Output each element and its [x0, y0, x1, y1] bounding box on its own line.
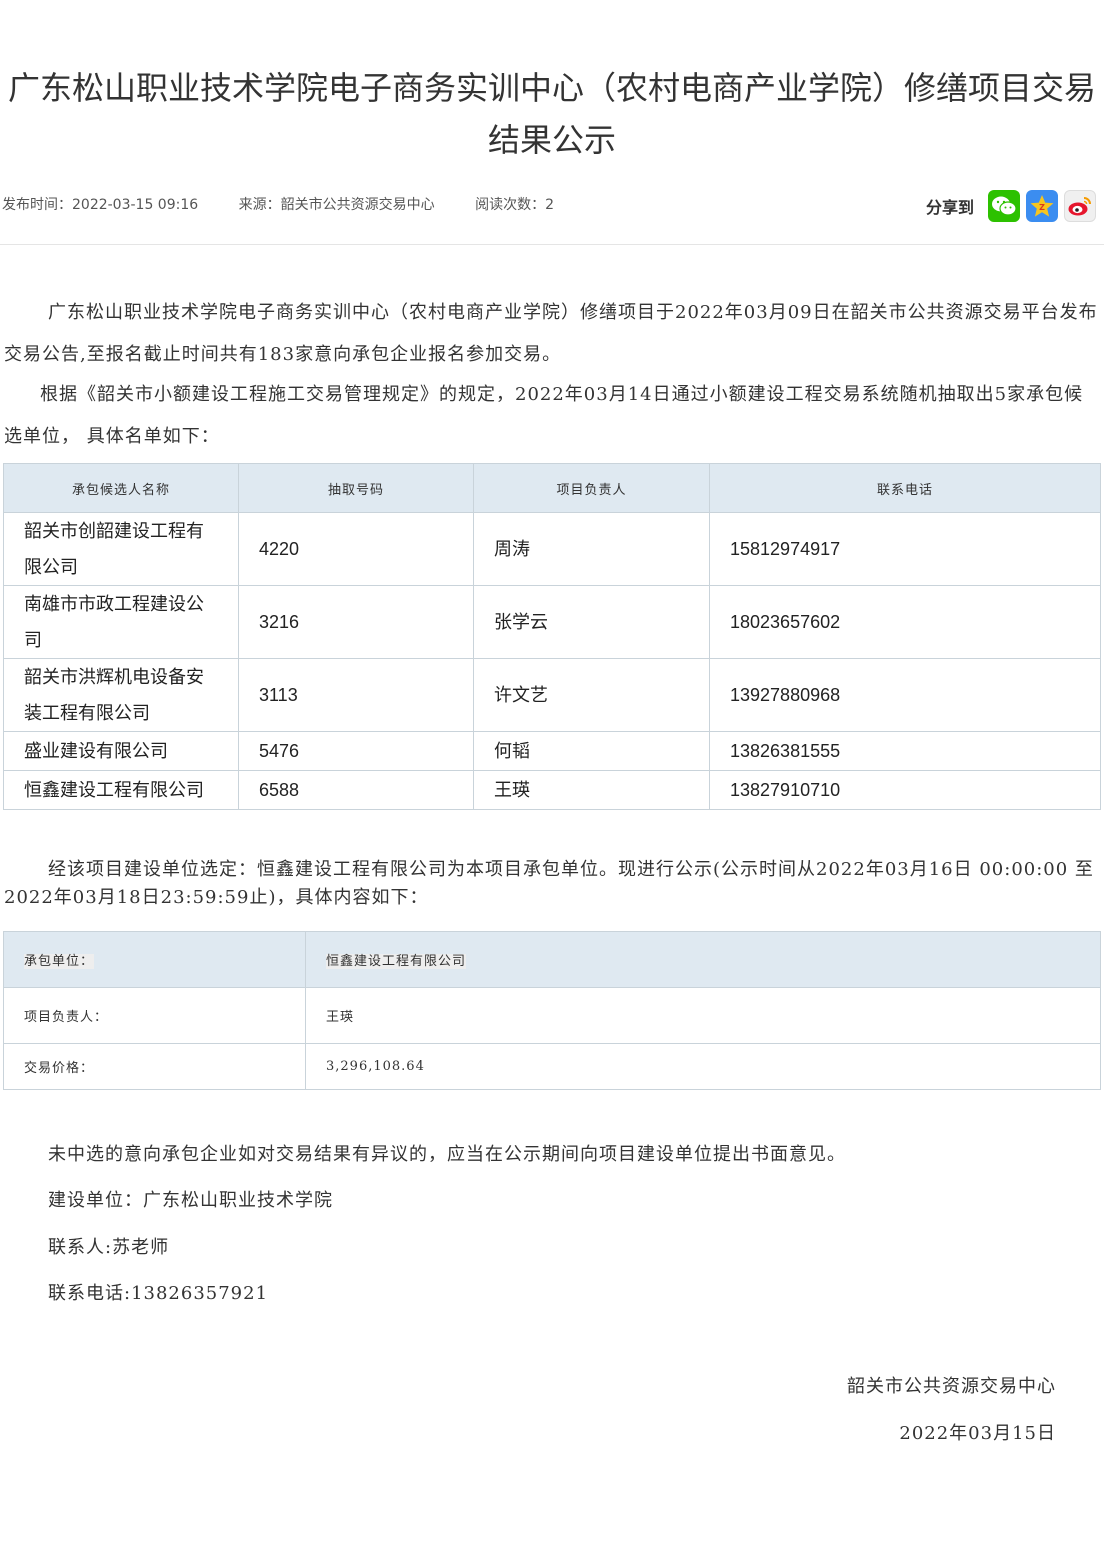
manager-cell: 许文艺 [473, 658, 710, 732]
read-count: 阅读次数：2 [475, 197, 554, 213]
source: 来源：韶关市公共资源交易中心 [238, 197, 435, 213]
signature-org: 韶关市公共资源交易中心 [847, 1376, 1056, 1397]
candidates-table: 承包候选人名称 抽取号码 项目负责人 联系电话 韶关市创韶建设工程有限公司 42… [3, 463, 1101, 810]
number-cell: 3113 [238, 658, 474, 732]
builder-line: 建设单位：广东松山职业技术学院 [48, 1190, 333, 1211]
table-row: 韶关市创韶建设工程有限公司 4220 周涛 15812974917 [3, 512, 1101, 586]
label-cell: 承包单位： [3, 931, 306, 988]
column-header: 承包候选人名称 [3, 463, 239, 513]
paragraph-publicity: 经该项目建设单位选定：恒鑫建设工程有限公司为本项目承包单位。现进行公示(公示时间… [4, 859, 1094, 908]
company-cell: 恒鑫建设工程有限公司 [3, 770, 239, 810]
paragraph-announcement: 广东松山职业技术学院电子商务实训中心（农村电商产业学院）修缮项目于2022年03… [4, 302, 1098, 365]
number-cell: 4220 [238, 512, 474, 586]
contractor-label: 承包单位： [24, 954, 95, 969]
phone-cell: 18023657602 [709, 585, 1101, 659]
number-cell: 3216 [238, 585, 474, 659]
weibo-share-button[interactable] [1064, 190, 1096, 222]
phone-cell: 13827910710 [709, 770, 1101, 810]
value-cell: 王瑛 [305, 987, 1101, 1044]
number-cell: 5476 [238, 731, 474, 771]
manager-cell: 周涛 [473, 512, 710, 586]
phone-cell: 15812974917 [709, 512, 1101, 586]
column-header: 项目负责人 [473, 463, 710, 513]
header-divider [0, 244, 1104, 245]
phone-cell: 13826381555 [709, 731, 1101, 771]
svg-text:Z: Z [1039, 203, 1045, 212]
label-cell: 项目负责人： [3, 987, 306, 1044]
qzone-share-button[interactable]: Z [1026, 190, 1058, 222]
wechat-share-button[interactable] [988, 190, 1020, 222]
table-row: 南雄市市政工程建设公司 3216 张学云 18023657602 [3, 585, 1101, 659]
company-cell: 韶关市洪辉机电设备安装工程有限公司 [3, 658, 239, 732]
publish-time: 发布时间：2022-03-15 09:16 [2, 197, 199, 213]
table-row: 恒鑫建设工程有限公司 6588 王瑛 13827910710 [3, 770, 1101, 810]
paragraph-selection: 根据《韶关市小额建设工程施工交易管理规定》的规定，2022年03月14日通过小额… [4, 384, 1084, 447]
label-cell: 交易价格： [3, 1043, 306, 1090]
column-header: 联系电话 [709, 463, 1101, 513]
table-row: 交易价格： 3,296,108.64 [3, 1043, 1101, 1090]
share-label: 分享到 [925, 198, 974, 217]
wechat-icon [992, 196, 1017, 216]
article-meta: 发布时间：2022-03-15 09:16 来源：韶关市公共资源交易中心 阅读次… [2, 194, 590, 214]
company-cell: 盛业建设有限公司 [3, 731, 239, 771]
manager-cell: 张学云 [473, 585, 710, 659]
contractor-value: 恒鑫建设工程有限公司 [326, 954, 467, 969]
company-cell: 南雄市市政工程建设公司 [3, 585, 239, 659]
value-cell: 3,296,108.64 [305, 1043, 1101, 1090]
qzone-icon: Z [1030, 195, 1054, 217]
manager-cell: 王瑛 [473, 770, 710, 810]
table-row: 承包单位： 恒鑫建设工程有限公司 [3, 931, 1101, 988]
phone-line: 联系电话:13826357921 [48, 1283, 269, 1304]
contact-line: 联系人:苏老师 [48, 1237, 170, 1258]
manager-cell: 何韬 [473, 731, 710, 771]
column-header: 抽取号码 [238, 463, 474, 513]
objection-notice: 未中选的意向承包企业如对交易结果有异议的，应当在公示期间向项目建设单位提出书面意… [48, 1144, 846, 1165]
signature-date: 2022年03月15日 [899, 1423, 1056, 1444]
weibo-icon [1068, 197, 1091, 216]
share-bar: 分享到 Z [926, 190, 1096, 222]
table-row: 盛业建设有限公司 5476 何韬 13826381555 [3, 731, 1101, 771]
page-title: 广东松山职业技术学院电子商务实训中心（农村电商产业学院）修缮项目交易结果公示 [7, 69, 1096, 159]
table-header-row: 承包候选人名称 抽取号码 项目负责人 联系电话 [3, 463, 1101, 513]
value-cell: 恒鑫建设工程有限公司 [305, 931, 1101, 988]
table-row: 韶关市洪辉机电设备安装工程有限公司 3113 许文艺 13927880968 [3, 658, 1101, 732]
company-cell: 韶关市创韶建设工程有限公司 [3, 512, 239, 586]
table-row: 项目负责人： 王瑛 [3, 987, 1101, 1044]
result-table: 承包单位： 恒鑫建设工程有限公司 项目负责人： 王瑛 交易价格： 3,296,1… [3, 931, 1101, 1090]
phone-cell: 13927880968 [709, 658, 1101, 732]
number-cell: 6588 [238, 770, 474, 810]
